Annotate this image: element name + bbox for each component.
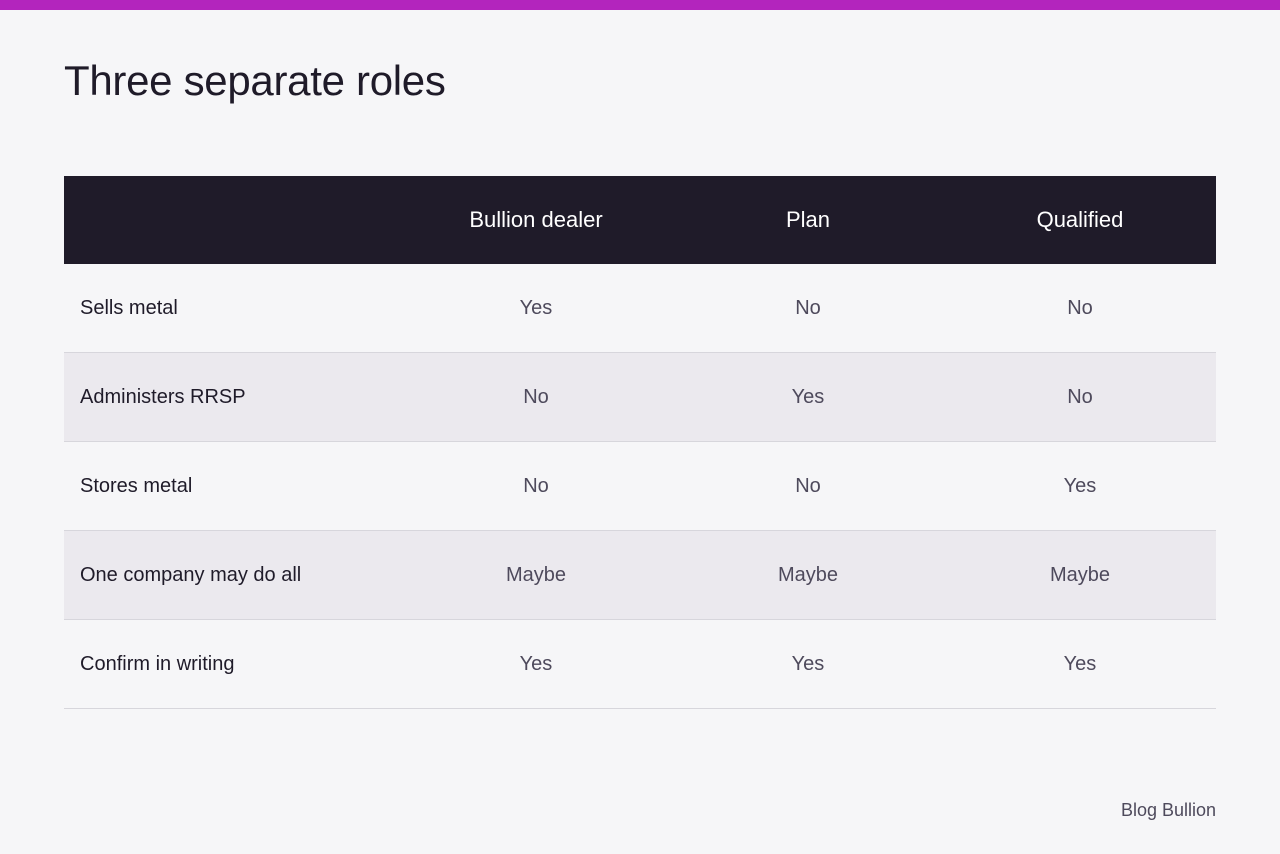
table-cell: Maybe [944, 530, 1216, 620]
table-cell: Maybe [400, 530, 672, 620]
table-cell: Yes [672, 352, 944, 442]
table-cell: No [400, 352, 672, 442]
table-row: Administers RRSP No Yes No [64, 352, 1216, 442]
table-cell: Yes [400, 264, 672, 353]
row-label: Confirm in writing [64, 619, 400, 709]
table-row: Confirm in writing Yes Yes Yes [64, 619, 1216, 709]
accent-top-bar [0, 0, 1280, 10]
table-header: Bullion dealer Plan Qualified [64, 176, 1216, 264]
header-row: Bullion dealer Plan Qualified [64, 176, 1216, 264]
page-title: Three separate roles [64, 57, 446, 104]
row-label: Sells metal [64, 264, 400, 353]
header-cell-bullion-dealer: Bullion dealer [400, 176, 672, 264]
table-row: One company may do all Maybe Maybe Maybe [64, 530, 1216, 620]
table-cell: Yes [400, 619, 672, 709]
table-cell: No [400, 441, 672, 531]
table-cell: No [944, 352, 1216, 442]
row-label: One company may do all [64, 530, 400, 620]
table-cell: Maybe [672, 530, 944, 620]
table-body: Sells metal Yes No No Administers RRSP N… [64, 264, 1216, 709]
table-cell: No [944, 264, 1216, 353]
table-cell: Yes [944, 619, 1216, 709]
row-label: Stores metal [64, 441, 400, 531]
table-row: Stores metal No No Yes [64, 441, 1216, 531]
row-label: Administers RRSP [64, 352, 400, 442]
table-cell: Yes [944, 441, 1216, 531]
header-cell-empty [64, 176, 400, 264]
table-cell: No [672, 264, 944, 353]
table-row: Sells metal Yes No No [64, 264, 1216, 353]
comparison-table-container: Bullion dealer Plan Qualified Sells meta… [64, 176, 1216, 709]
footer-brand: Blog Bullion [1120, 800, 1216, 820]
table-cell: Yes [672, 619, 944, 709]
table-cell: No [672, 441, 944, 531]
header-cell-qualified: Qualified [944, 176, 1216, 264]
header-cell-plan: Plan [672, 176, 944, 264]
comparison-table: Bullion dealer Plan Qualified Sells meta… [64, 176, 1216, 709]
